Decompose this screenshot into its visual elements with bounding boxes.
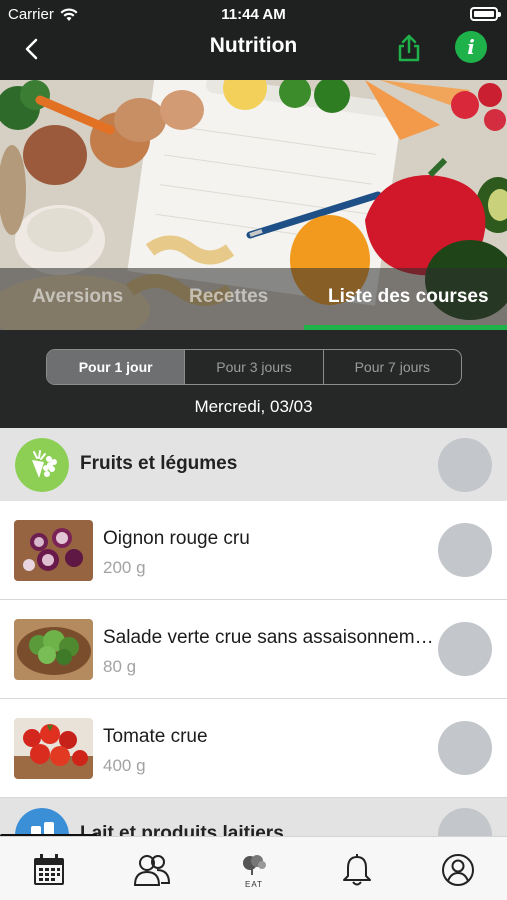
item-check-circle[interactable] (438, 622, 492, 676)
period-selector-area: Pour 1 jour Pour 3 jours Pour 7 jours Me… (0, 330, 507, 428)
tomato-image (14, 718, 93, 779)
tab-recettes[interactable]: Recettes (189, 286, 268, 308)
period-option-1-day[interactable]: Pour 1 jour (47, 350, 185, 384)
people-icon[interactable] (133, 853, 171, 887)
tab-liste-des-courses[interactable]: Liste des courses (328, 286, 489, 308)
info-icon[interactable]: i (455, 31, 487, 63)
list-item[interactable]: Oignon rouge cru 200 g (0, 501, 507, 600)
page-title: Nutrition (209, 34, 298, 57)
top-bar: Carrier 11:44 AM Nutrition i (0, 0, 507, 80)
red-onion-image (14, 520, 93, 581)
period-option-3-days[interactable]: Pour 3 jours (184, 350, 322, 384)
item-quantity: 400 g (103, 756, 146, 775)
section-tabs: Aversions Recettes Liste des courses (0, 268, 507, 330)
share-icon[interactable] (393, 32, 425, 64)
status-bar: Carrier 11:44 AM (0, 0, 507, 28)
bottom-tab-bar: EAT (0, 836, 507, 900)
section-title: Fruits et légumes (80, 453, 238, 474)
list-item[interactable]: Tomate crue 400 g (0, 699, 507, 798)
item-quantity: 80 g (103, 657, 137, 676)
period-segmented-control: Pour 1 jour Pour 3 jours Pour 7 jours (46, 349, 462, 385)
item-name: Oignon rouge cru (103, 528, 250, 549)
section-check-circle[interactable] (438, 438, 492, 492)
navigation-bar: Nutrition i (0, 28, 507, 80)
section-header-fruits-legumes[interactable]: Fruits et légumes (0, 428, 507, 501)
calendar-icon[interactable] (32, 853, 66, 887)
battery-icon (470, 7, 501, 21)
item-check-circle[interactable] (438, 523, 492, 577)
status-time: 11:44 AM (221, 6, 286, 23)
hero-image: Aversions Recettes Liste des courses (0, 80, 507, 330)
green-salad-image (14, 619, 93, 680)
produce-icon (15, 438, 69, 492)
eat-logo-icon[interactable]: EAT (238, 853, 270, 889)
item-name: Tomate crue (103, 726, 208, 747)
eat-logo-text: EAT (245, 880, 263, 889)
list-item[interactable]: Salade verte crue sans assaisonnement 80… (0, 600, 507, 699)
item-check-circle[interactable] (438, 721, 492, 775)
period-option-7-days[interactable]: Pour 7 jours (322, 350, 461, 384)
item-name: Salade verte crue sans assaisonnement (103, 627, 435, 648)
bell-icon[interactable] (340, 853, 374, 887)
profile-icon[interactable] (441, 853, 475, 887)
selected-date: Mercredi, 03/03 (194, 397, 313, 416)
tab-aversions[interactable]: Aversions (32, 286, 123, 308)
item-quantity: 200 g (103, 558, 146, 577)
